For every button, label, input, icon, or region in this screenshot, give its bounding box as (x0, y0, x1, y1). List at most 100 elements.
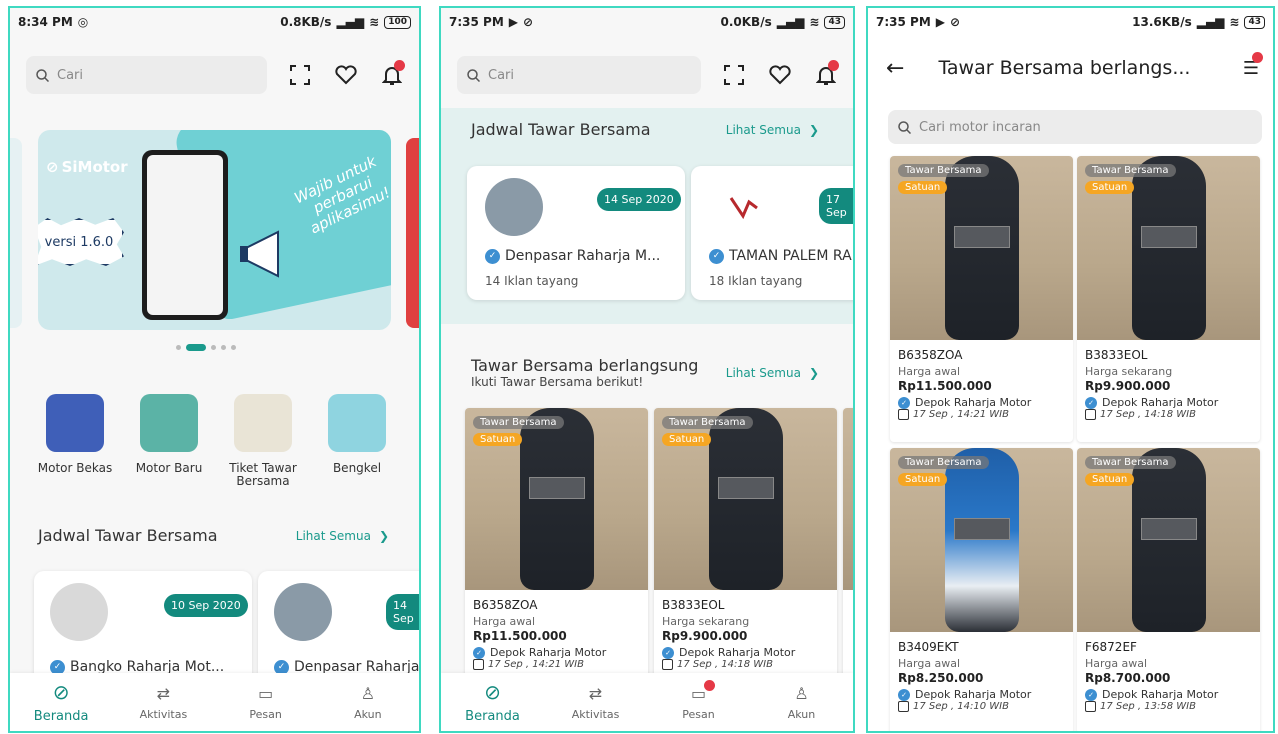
date-badge: 14 Sep (386, 594, 419, 630)
search-input[interactable]: Cari (26, 56, 267, 94)
dealer: ✓ Depok Raharja Motor (898, 396, 1065, 409)
version-badge: versi 1.6.0 (38, 218, 124, 266)
search-placeholder: Cari (57, 67, 83, 83)
plate-code: B6358ZOA (898, 348, 963, 362)
price: Rp11.500.000 (898, 379, 992, 393)
nav-label: Pesan (249, 707, 282, 721)
nav-pesan[interactable]: ▭ Pesan (659, 679, 739, 721)
nav-beranda[interactable]: ⊘ Beranda (21, 680, 101, 724)
screen-home-scrolled: 7:35 PM ▶ ⊘ 0.0KB/s ▂▄▆ ≋ 43 Cari Jadwal Tawa… (439, 6, 855, 733)
see-all-link[interactable]: Lihat Semua ❯ (726, 123, 819, 137)
message-dot (703, 679, 715, 691)
time-text: 17 Sep , 14:21 WIB (488, 659, 584, 670)
auction-time: 17 Sep , 14:18 WIB (662, 659, 829, 670)
dealer-name: ✓ Denpasar Raharja M... (485, 248, 660, 264)
battery-icon: 43 (824, 15, 845, 29)
chevron-right-icon: ❯ (808, 122, 819, 137)
screen-home: 8:34 PM ◎ 0.8KB/s ▂▄▆ ≋ 100 Cari ⊘ SiMotor ve… (8, 6, 421, 733)
tag-tawar: Tawar Bersama (898, 164, 989, 177)
jadwal-card[interactable]: 17 Sep ✓ TAMAN PALEM RA 18 Iklan tayang (691, 166, 853, 300)
nav-akun[interactable]: ♙ Akun (762, 684, 842, 721)
license-plate (953, 517, 1010, 540)
product-card[interactable]: Tawar Bersama Satuan B6358ZOA Harga awal … (890, 156, 1073, 442)
nav-akun[interactable]: ♙ Akun (328, 684, 408, 721)
product-card[interactable]: Tawar Bersama Satuan F6872EF Harga awal R… (1077, 448, 1260, 731)
product-info: B3833EOL Harga sekarang Rp9.900.000 ✓ Dep… (654, 590, 837, 676)
category-label: Bengkel (332, 461, 382, 475)
category-tiket[interactable]: Tiket Tawar Bersama (216, 394, 310, 488)
back-button[interactable]: ← (886, 56, 904, 81)
license-plate (717, 477, 774, 500)
search-input[interactable]: Cari motor incaran (888, 110, 1262, 144)
jadwal-card[interactable]: 14 Sep 2020 ✓ Denpasar Raharja M... 14 Ik… (467, 166, 685, 300)
workshop-icon (328, 394, 386, 452)
category-row: Motor Bekas Motor Baru Tiket Tawar Bersa… (28, 394, 404, 488)
price: Rp11.500.000 (473, 629, 567, 643)
product-card[interactable]: Tawar Bersama Satuan B3833EOL Harga sekar… (654, 408, 837, 688)
favorite-button[interactable] (333, 62, 359, 88)
search-input[interactable]: Cari (457, 56, 701, 94)
status-time: 8:34 PM (18, 15, 73, 29)
notification-button[interactable] (379, 60, 405, 88)
nav-pesan[interactable]: ▭ Pesan (226, 684, 306, 721)
banner-next-peek[interactable] (406, 138, 419, 328)
nav-aktivitas[interactable]: ⇄ Aktivitas (123, 684, 203, 721)
megaphone-icon (240, 230, 279, 278)
product-image (843, 408, 853, 590)
favorite-button[interactable] (767, 62, 793, 88)
date-badge: 14 Sep 2020 (597, 188, 681, 211)
product-card[interactable]: Tawar Bersama Satuan B6358ZOA Harga awal … (465, 408, 648, 688)
carousel-dot-active (186, 344, 206, 351)
verified-icon: ✓ (709, 248, 724, 264)
dealer-name: ✓ TAMAN PALEM RA (709, 248, 852, 264)
nav-beranda[interactable]: ⊘ Beranda (453, 680, 533, 724)
notification-button[interactable] (813, 60, 839, 88)
tawar-titles: Tawar Bersama berlangsung Ikuti Tawar Be… (471, 356, 698, 389)
scan-button[interactable] (287, 62, 313, 88)
scan-icon (290, 65, 310, 85)
promo-banner[interactable]: ⊘ SiMotor versi 1.6.0 Wajib untuk perbaru… (38, 130, 391, 330)
price: Rp8.700.000 (1085, 671, 1171, 685)
product-image: Tawar Bersama Satuan (1077, 448, 1260, 632)
calendar-icon (1085, 409, 1096, 420)
tag-satuan: Satuan (1085, 181, 1135, 194)
tag-satuan: Satuan (662, 433, 712, 446)
product-info: B3409EKT Harga awal Rp8.250.000 ✓ Depok R… (890, 632, 1073, 718)
nav-label: Aktivitas (139, 707, 188, 721)
see-all-link[interactable]: Lihat Semua ❯ (296, 529, 389, 543)
price: Rp8.250.000 (898, 671, 984, 685)
status-speed: 0.0KB/s (720, 15, 772, 29)
see-all-link[interactable]: Lihat Semua ❯ (726, 366, 819, 380)
category-motor-bekas[interactable]: Motor Bekas (28, 394, 122, 488)
nav-label: Pesan (682, 707, 715, 721)
see-all-label: Lihat Semua (295, 528, 371, 543)
product-card[interactable]: Tawar Bersama Satuan B3833EOL Harga sekar… (1077, 156, 1260, 442)
search-icon (467, 68, 480, 82)
filter-button[interactable]: ☰ (1243, 51, 1263, 79)
carousel-dot (231, 345, 236, 350)
time-text: 17 Sep , 14:18 WIB (677, 659, 773, 670)
bottom-nav: ⊘ Beranda ⇄ Aktivitas ▭ Pesan ♙ Akun (441, 673, 853, 731)
scooter-new-icon (140, 394, 198, 452)
verified-icon: ✓ (1085, 396, 1097, 409)
simotor-logo: ⊘ SiMotor (46, 158, 128, 176)
signal-icon: ▂▄▆ (336, 15, 365, 29)
nav-aktivitas[interactable]: ⇄ Aktivitas (556, 684, 636, 721)
chevron-right-icon: ❯ (808, 365, 819, 380)
product-card-peek[interactable] (843, 408, 853, 688)
category-motor-baru[interactable]: Motor Baru (122, 394, 216, 488)
see-all-label: Lihat Semua (725, 122, 801, 137)
product-image: Tawar Bersama Satuan (654, 408, 837, 590)
auction-time: 17 Sep , 14:21 WIB (473, 659, 640, 670)
category-label: Motor Bekas (37, 461, 113, 475)
product-card[interactable]: Tawar Bersama Satuan B3409EKT Harga awal … (890, 448, 1073, 731)
status-bar: 7:35 PM ▶ ⊘ 0.0KB/s ▂▄▆ ≋ 43 (441, 8, 853, 36)
calendar-icon (898, 409, 909, 420)
banner-prev-peek[interactable] (10, 138, 22, 328)
status-speed: 13.6KB/s (1132, 15, 1192, 29)
category-bengkel[interactable]: Bengkel (310, 394, 404, 488)
scan-button[interactable] (721, 62, 747, 88)
phone-screen (147, 155, 223, 315)
verified-icon: ✓ (1085, 688, 1097, 701)
youtube-icon: ▶ (508, 15, 518, 29)
